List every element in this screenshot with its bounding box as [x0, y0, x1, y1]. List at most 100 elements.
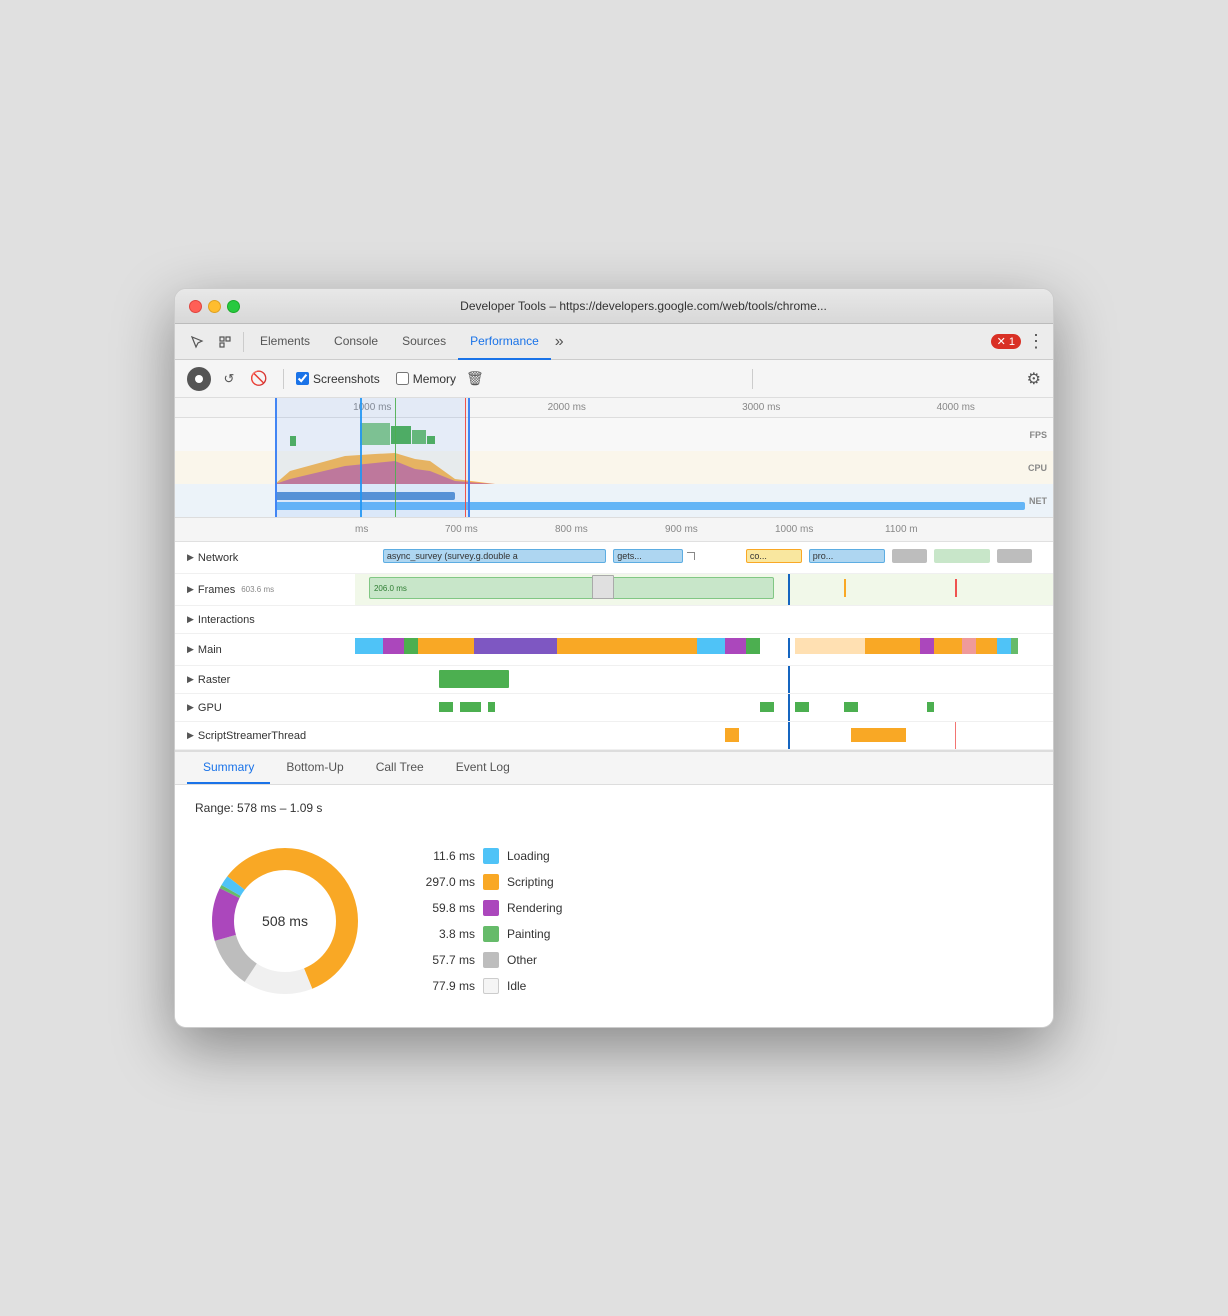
- frame-mark1: [844, 579, 846, 597]
- gpu-block6: [844, 702, 858, 712]
- settings-icon[interactable]: ⚙: [1027, 369, 1041, 389]
- maximize-button[interactable]: [227, 300, 240, 313]
- donut-chart: 508 ms: [195, 831, 375, 1011]
- other-time: 57.7 ms: [415, 953, 475, 967]
- gpu-block5: [795, 702, 809, 712]
- tab-bottom-up[interactable]: Bottom-Up: [270, 752, 359, 784]
- legend-other: 57.7 ms Other: [415, 952, 562, 968]
- tab-call-tree[interactable]: Call Tree: [360, 752, 440, 784]
- frame-block-main[interactable]: 206.0 ms: [369, 577, 774, 599]
- tab-elements[interactable]: Elements: [248, 324, 322, 360]
- tab-console[interactable]: Console: [322, 324, 390, 360]
- idle-color: [483, 978, 499, 994]
- ruler-mark-3000: 3000 ms: [664, 402, 859, 413]
- tab-event-log[interactable]: Event Log: [440, 752, 526, 784]
- main-t8: [725, 638, 746, 654]
- main-row[interactable]: ▶ Main: [175, 634, 1053, 666]
- main-t17: [997, 638, 1011, 654]
- close-button[interactable]: [189, 300, 202, 313]
- minimize-button[interactable]: [208, 300, 221, 313]
- raster-row-name[interactable]: ▶ Raster: [175, 674, 355, 686]
- interactions-label: Interactions: [198, 614, 255, 626]
- main-t5: [474, 638, 558, 654]
- gpu-block3: [488, 702, 495, 712]
- ss-block1: [725, 728, 739, 742]
- summary-content: 508 ms 11.6 ms Loading 297.0 ms Scriptin…: [195, 831, 1033, 1011]
- tab-right-controls: ✕ 1 ⋮: [991, 331, 1045, 352]
- cpu-label: CPU: [1028, 463, 1047, 473]
- scriptstreamer-row[interactable]: ▶ ScriptStreamerThread: [175, 722, 1053, 750]
- main-t16: [976, 638, 997, 654]
- tab-sources[interactable]: Sources: [390, 324, 458, 360]
- ruler-mark-2000: 2000 ms: [470, 402, 665, 413]
- timeline-overview[interactable]: 1000 ms 2000 ms 3000 ms 4000 ms FPS CPU: [175, 398, 1053, 518]
- scriptstreamer-arrow: ▶: [187, 730, 194, 741]
- gpu-vline: [788, 694, 790, 721]
- reload-record-button[interactable]: ↺: [217, 367, 241, 391]
- vline-blue: [360, 398, 362, 517]
- net-task-gray1[interactable]: [892, 549, 927, 563]
- vline-red: [465, 398, 466, 517]
- legend-rendering: 59.8 ms Rendering: [415, 900, 562, 916]
- network-row-name[interactable]: ▶ Network: [175, 552, 355, 564]
- net-task-gets[interactable]: gets...: [613, 549, 683, 563]
- net-task-gray3[interactable]: [997, 549, 1032, 563]
- tab-summary[interactable]: Summary: [187, 752, 270, 784]
- perf-toolbar: ↺ 🚫 Screenshots Memory 🗑 ⚙: [175, 360, 1053, 398]
- frames-row-name[interactable]: ▶ Frames 603.6 ms: [175, 584, 355, 596]
- ss-redline: [955, 722, 956, 749]
- frames-sublabel: 603.6 ms: [241, 585, 274, 594]
- legend: 11.6 ms Loading 297.0 ms Scripting 59.8 …: [415, 848, 562, 994]
- traffic-lights: [189, 300, 240, 313]
- main-t13: [920, 638, 934, 654]
- net-task-gray2[interactable]: [934, 549, 990, 563]
- trash-icon[interactable]: 🗑: [466, 370, 484, 387]
- record-button[interactable]: [187, 367, 211, 391]
- scripting-color: [483, 874, 499, 890]
- cursor-icon[interactable]: [183, 328, 211, 356]
- devtools-menu-icon[interactable]: ⋮: [1027, 331, 1045, 352]
- net-task-pro[interactable]: pro...: [809, 549, 886, 563]
- main-t4: [418, 638, 474, 654]
- network-row[interactable]: ▶ Network async_survey (survey.g.double …: [175, 542, 1053, 574]
- error-badge: ✕ 1: [991, 334, 1021, 349]
- gpu-row-name[interactable]: ▶ GPU: [175, 702, 355, 714]
- devtools-tabbar: Elements Console Sources Performance » ✕…: [175, 324, 1053, 360]
- more-tabs-button[interactable]: »: [555, 333, 564, 351]
- screenshots-checkbox[interactable]: Screenshots: [296, 372, 380, 386]
- main-vline-blue: [788, 638, 790, 658]
- idle-label: Idle: [507, 979, 526, 993]
- clear-button[interactable]: 🚫: [247, 367, 271, 391]
- gpu-row[interactable]: ▶ GPU: [175, 694, 1053, 722]
- main-t1: [355, 638, 383, 654]
- main-t2: [383, 638, 404, 654]
- main-row-name[interactable]: ▶ Main: [175, 644, 355, 656]
- bottom-panel: Summary Bottom-Up Call Tree Event Log Ra…: [175, 752, 1053, 1027]
- interactions-arrow: ▶: [187, 614, 194, 625]
- inspect-icon[interactable]: [211, 328, 239, 356]
- raster-arrow: ▶: [187, 674, 194, 685]
- rendering-time: 59.8 ms: [415, 901, 475, 915]
- scriptstreamer-row-name[interactable]: ▶ ScriptStreamerThread: [175, 730, 355, 742]
- selected-region[interactable]: [275, 398, 470, 517]
- scripting-label: Scripting: [507, 875, 554, 889]
- main-t7: [697, 638, 725, 654]
- time-ms: ms: [355, 524, 445, 535]
- frames-row[interactable]: ▶ Frames 603.6 ms 206.0 ms: [175, 574, 1053, 606]
- net-task-co[interactable]: co...: [746, 549, 802, 563]
- loading-color: [483, 848, 499, 864]
- fps-label: FPS: [1029, 430, 1047, 440]
- interactions-row-name[interactable]: ▶ Interactions: [175, 614, 355, 626]
- legend-loading: 11.6 ms Loading: [415, 848, 562, 864]
- main-t9: [746, 638, 760, 654]
- memory-checkbox[interactable]: Memory: [396, 372, 456, 386]
- net-task-async[interactable]: async_survey (survey.g.double a: [383, 549, 606, 563]
- interactions-row[interactable]: ▶ Interactions: [175, 606, 1053, 634]
- donut-center: 508 ms: [262, 913, 308, 929]
- raster-label: Raster: [198, 674, 230, 686]
- scripting-time: 297.0 ms: [415, 875, 475, 889]
- main-row-content: [355, 634, 1053, 665]
- tab-performance[interactable]: Performance: [458, 324, 551, 360]
- raster-row[interactable]: ▶ Raster: [175, 666, 1053, 694]
- screenshot-thumb[interactable]: [592, 575, 614, 599]
